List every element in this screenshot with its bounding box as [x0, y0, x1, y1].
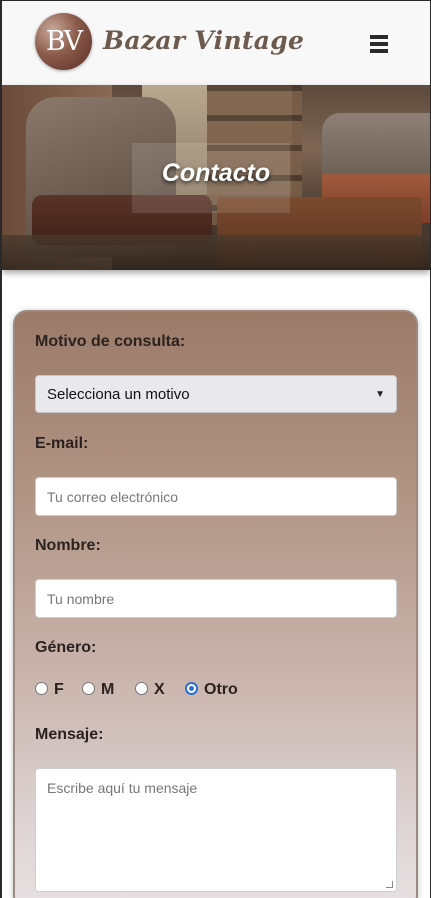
reason-select[interactable]: Selecciona un motivo ▼	[35, 375, 397, 413]
message-field[interactable]: Escribe aquí tu mensaje	[35, 768, 397, 892]
page-title: Contacto	[161, 159, 271, 187]
hero-banner: Contacto	[2, 85, 430, 270]
email-field[interactable]: Tu correo electrónico	[35, 477, 397, 516]
gender-label-otro: Otro	[204, 681, 238, 698]
name-label: Nombre:	[35, 537, 101, 554]
site-header: BV Bazar Vintage	[2, 1, 430, 85]
gender-label-m: M	[101, 681, 115, 698]
email-placeholder: Tu correo electrónico	[47, 488, 178, 505]
logo-text: BV	[45, 26, 83, 57]
gender-label: Género:	[35, 639, 97, 656]
hero-floor	[2, 235, 430, 270]
email-label: E-mail:	[35, 435, 89, 452]
name-placeholder: Tu nombre	[47, 590, 115, 607]
brand-name[interactable]: Bazar Vintage	[103, 26, 304, 55]
gender-label-x: X	[154, 681, 165, 698]
reason-select-value: Selecciona un motivo	[47, 385, 190, 403]
gender-radio-otro[interactable]	[185, 682, 198, 695]
reason-label: Motivo de consulta:	[35, 333, 186, 350]
logo[interactable]: BV	[35, 13, 92, 70]
gender-label-f: F	[54, 681, 64, 698]
message-placeholder: Escribe aquí tu mensaje	[47, 780, 198, 796]
resize-handle-icon[interactable]	[386, 881, 393, 888]
hamburger-icon[interactable]	[370, 35, 388, 53]
chevron-down-icon: ▼	[375, 388, 385, 400]
name-field[interactable]: Tu nombre	[35, 579, 397, 618]
gender-radio-m[interactable]	[82, 682, 95, 695]
message-label: Mensaje:	[35, 726, 104, 743]
gender-radio-f[interactable]	[35, 682, 48, 695]
gender-radio-x[interactable]	[135, 682, 148, 695]
